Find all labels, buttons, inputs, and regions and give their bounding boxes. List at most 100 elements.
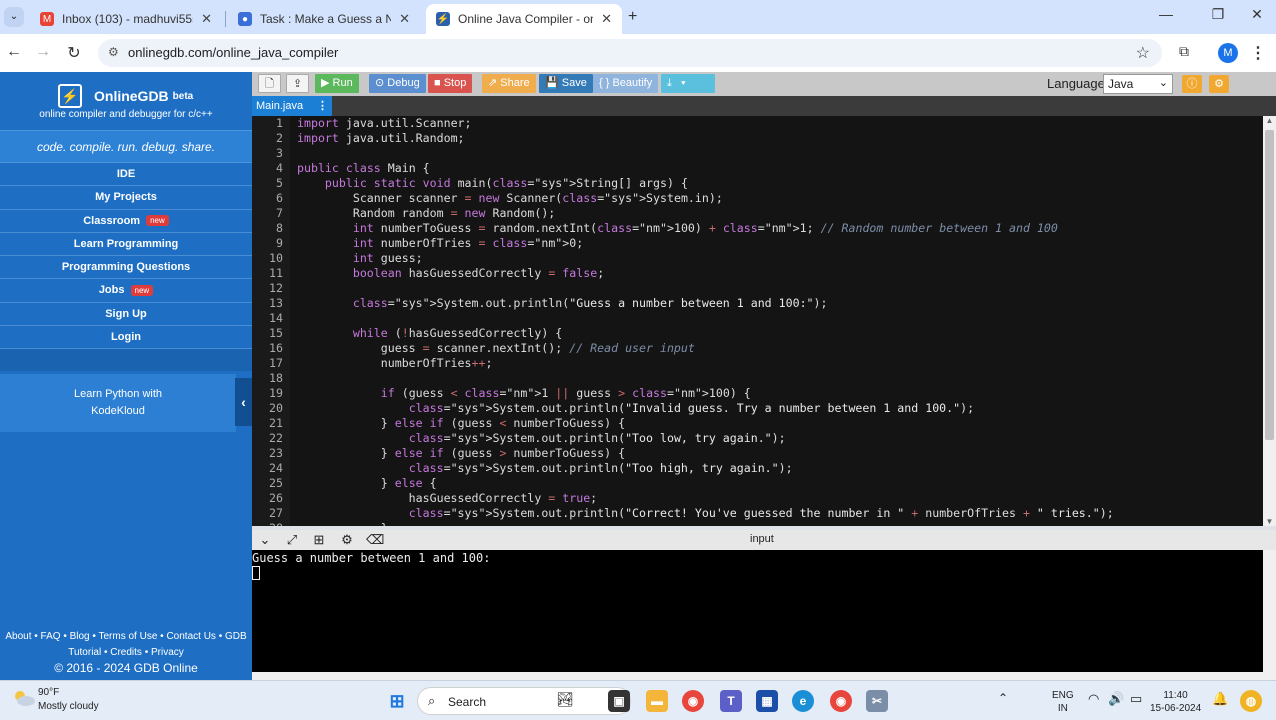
- gear-icon[interactable]: ⚙: [1209, 75, 1229, 93]
- code-line[interactable]: 10 int guess;: [252, 251, 1263, 266]
- footer-links-line[interactable]: Tutorial • Credits • Privacy: [0, 645, 252, 661]
- code-line[interactable]: 22 class="sys">System.out.println("Too l…: [252, 431, 1263, 446]
- horizontal-scrollbar[interactable]: [252, 672, 1276, 680]
- code-line[interactable]: 25 } else {: [252, 476, 1263, 491]
- task-view-icon[interactable]: ▣: [608, 690, 630, 712]
- code-line[interactable]: 24 class="sys">System.out.println("Too h…: [252, 461, 1263, 476]
- code-line[interactable]: 1 import java.util.Scanner;: [252, 116, 1263, 131]
- taskbar-search[interactable]: ⌕ Search 🏞: [417, 687, 631, 715]
- sidebar-item-programming-questions[interactable]: Programming Questions: [0, 256, 252, 280]
- code-line[interactable]: 26 hasGuessedCorrectly = true;: [252, 491, 1263, 506]
- scroll-down-icon[interactable]: ▼: [1263, 517, 1276, 526]
- profile-avatar[interactable]: M: [1218, 43, 1238, 63]
- language-select[interactable]: Java ⌄: [1103, 74, 1173, 94]
- save-button[interactable]: 💾 Save: [539, 74, 593, 93]
- chevron-down-icon[interactable]: ⌄: [257, 532, 273, 548]
- code-line[interactable]: 13 class="sys">System.out.println("Guess…: [252, 296, 1263, 311]
- code-line[interactable]: 19 if (guess < class="nm">1 || guess > c…: [252, 386, 1263, 401]
- close-tab-icon[interactable]: ✕: [399, 11, 410, 27]
- download-button[interactable]: ⤓ ▾: [661, 74, 715, 93]
- code-line[interactable]: 6 Scanner scanner = new Scanner(class="s…: [252, 191, 1263, 206]
- close-tab-icon[interactable]: ✕: [601, 11, 612, 27]
- code-line[interactable]: 12: [252, 281, 1263, 296]
- code-line[interactable]: 16 guess = scanner.nextInt(); // Read us…: [252, 341, 1263, 356]
- sidebar-item-jobs[interactable]: Jobs new: [0, 279, 252, 303]
- file-options-icon[interactable]: ⋮: [317, 96, 328, 116]
- show-hidden-icons-chevron-icon[interactable]: ⌃: [998, 692, 1008, 705]
- tab-list-dropdown[interactable]: ⌄: [4, 7, 24, 27]
- new-file-icon[interactable]: 🗋: [258, 74, 281, 93]
- console-output[interactable]: Guess a number between 1 and 100:: [252, 550, 1263, 672]
- code-editor[interactable]: 1 import java.util.Scanner; 2 import java.u…: [252, 116, 1263, 526]
- browser-menu-icon[interactable]: ⋮: [1248, 43, 1268, 63]
- code-line[interactable]: 17 numberOfTries++;: [252, 356, 1263, 371]
- sidebar-item-my-projects[interactable]: My Projects: [0, 186, 252, 210]
- editor-scrollbar[interactable]: ▲ ▼: [1263, 116, 1276, 526]
- back-arrow-icon[interactable]: ←: [4, 43, 24, 61]
- bookmark-star-icon[interactable]: ☆: [1136, 43, 1150, 63]
- code-line[interactable]: 5 public static void main(class="sys">St…: [252, 176, 1263, 191]
- sidebar-item-login[interactable]: Login: [0, 326, 252, 350]
- code-line[interactable]: 21 } else if (guess < numberToGuess) {: [252, 416, 1263, 431]
- site-info-icon[interactable]: ⚙: [108, 45, 119, 59]
- store-icon[interactable]: ▦: [756, 690, 778, 712]
- code-line[interactable]: 18: [252, 371, 1263, 386]
- clock[interactable]: 11:40 15-06-2024: [1150, 689, 1201, 715]
- snipping-tool-icon[interactable]: ✂: [866, 690, 888, 712]
- run-button[interactable]: ▶ Run: [315, 74, 359, 93]
- upload-icon[interactable]: ⇪: [286, 74, 310, 93]
- window-close-icon[interactable]: ✕: [1239, 6, 1275, 23]
- footer-links-line[interactable]: About • FAQ • Blog • Terms of Use • Cont…: [0, 629, 252, 645]
- sidebar-item-ide[interactable]: IDE: [0, 163, 252, 187]
- code-line[interactable]: 20 class="sys">System.out.println("Inval…: [252, 401, 1263, 416]
- code-line[interactable]: 9 int numberOfTries = class="nm">0;: [252, 236, 1263, 251]
- minimize-icon[interactable]: —: [1148, 6, 1184, 22]
- scroll-thumb[interactable]: [1265, 130, 1274, 440]
- code-line[interactable]: 3: [252, 146, 1263, 161]
- beautify-button[interactable]: { } Beautify: [593, 74, 659, 93]
- info-icon[interactable]: ⓘ: [1182, 75, 1202, 93]
- code-line[interactable]: 7 Random random = new Random();: [252, 206, 1263, 221]
- code-line[interactable]: 15 while (!hasGuessedCorrectly) {: [252, 326, 1263, 341]
- extensions-icon[interactable]: ⧉: [1174, 43, 1194, 60]
- sidebar-item-sign-up[interactable]: Sign Up: [0, 303, 252, 327]
- scroll-up-icon[interactable]: ▲: [1263, 116, 1276, 125]
- file-explorer-icon[interactable]: ▬: [646, 690, 668, 712]
- code-line[interactable]: 27 class="sys">System.out.println("Corre…: [252, 506, 1263, 521]
- language-indicator[interactable]: ENG IN: [1052, 689, 1074, 715]
- battery-icon[interactable]: ▭: [1130, 692, 1142, 705]
- copilot-icon[interactable]: ◍: [1240, 690, 1262, 712]
- sidebar-item-classroom[interactable]: Classroom new: [0, 210, 252, 233]
- clear-console-icon[interactable]: ⌫: [366, 532, 384, 548]
- new-tab-button[interactable]: +: [628, 8, 637, 26]
- code-line[interactable]: 8 int numberToGuess = random.nextInt(cla…: [252, 221, 1263, 236]
- edge-icon[interactable]: e: [792, 690, 814, 712]
- share-button[interactable]: ⇗ Share: [482, 74, 536, 93]
- code-line[interactable]: 4 public class Main {: [252, 161, 1263, 176]
- brand-logo[interactable]: ⚡ OnlineGDB beta: [58, 84, 193, 108]
- console-scrollbar[interactable]: [1263, 550, 1276, 672]
- file-tab-main-java[interactable]: Main.java ⋮: [252, 96, 332, 116]
- close-tab-icon[interactable]: ✕: [201, 11, 212, 27]
- debug-button[interactable]: ⊙ Debug: [369, 74, 426, 93]
- promo-banner[interactable]: Learn Python with KodeKloud: [0, 374, 236, 432]
- forward-arrow-icon[interactable]: →: [33, 43, 53, 61]
- wifi-icon[interactable]: ◠: [1088, 692, 1099, 705]
- maximize-icon[interactable]: ❐: [1200, 6, 1236, 23]
- notification-bell-icon[interactable]: 🔔: [1212, 692, 1228, 705]
- reload-icon[interactable]: ↻: [64, 43, 84, 63]
- stop-button[interactable]: ■ Stop: [428, 74, 473, 93]
- speaker-icon[interactable]: 🔊: [1108, 692, 1124, 705]
- address-bar[interactable]: ⚙ onlinegdb.com/online_java_compiler ☆: [98, 39, 1162, 67]
- expand-icon[interactable]: ⤢: [284, 532, 300, 548]
- layout-icon[interactable]: ⊞: [311, 532, 327, 548]
- code-line[interactable]: 11 boolean hasGuessedCorrectly = false;: [252, 266, 1263, 281]
- teams-icon[interactable]: T: [720, 690, 742, 712]
- code-line[interactable]: 14: [252, 311, 1263, 326]
- code-line[interactable]: 2 import java.util.Random;: [252, 131, 1263, 146]
- sidebar-item-learn-programming[interactable]: Learn Programming: [0, 233, 252, 257]
- collapse-sidebar-chevron-icon[interactable]: ‹: [235, 378, 252, 426]
- footer-links[interactable]: About • FAQ • Blog • Terms of Use • Cont…: [0, 629, 252, 661]
- windows-start-icon[interactable]: ⊞: [386, 690, 408, 712]
- browser-tab-task[interactable]: ● Task : Make a Guess a Number ✕: [228, 4, 420, 34]
